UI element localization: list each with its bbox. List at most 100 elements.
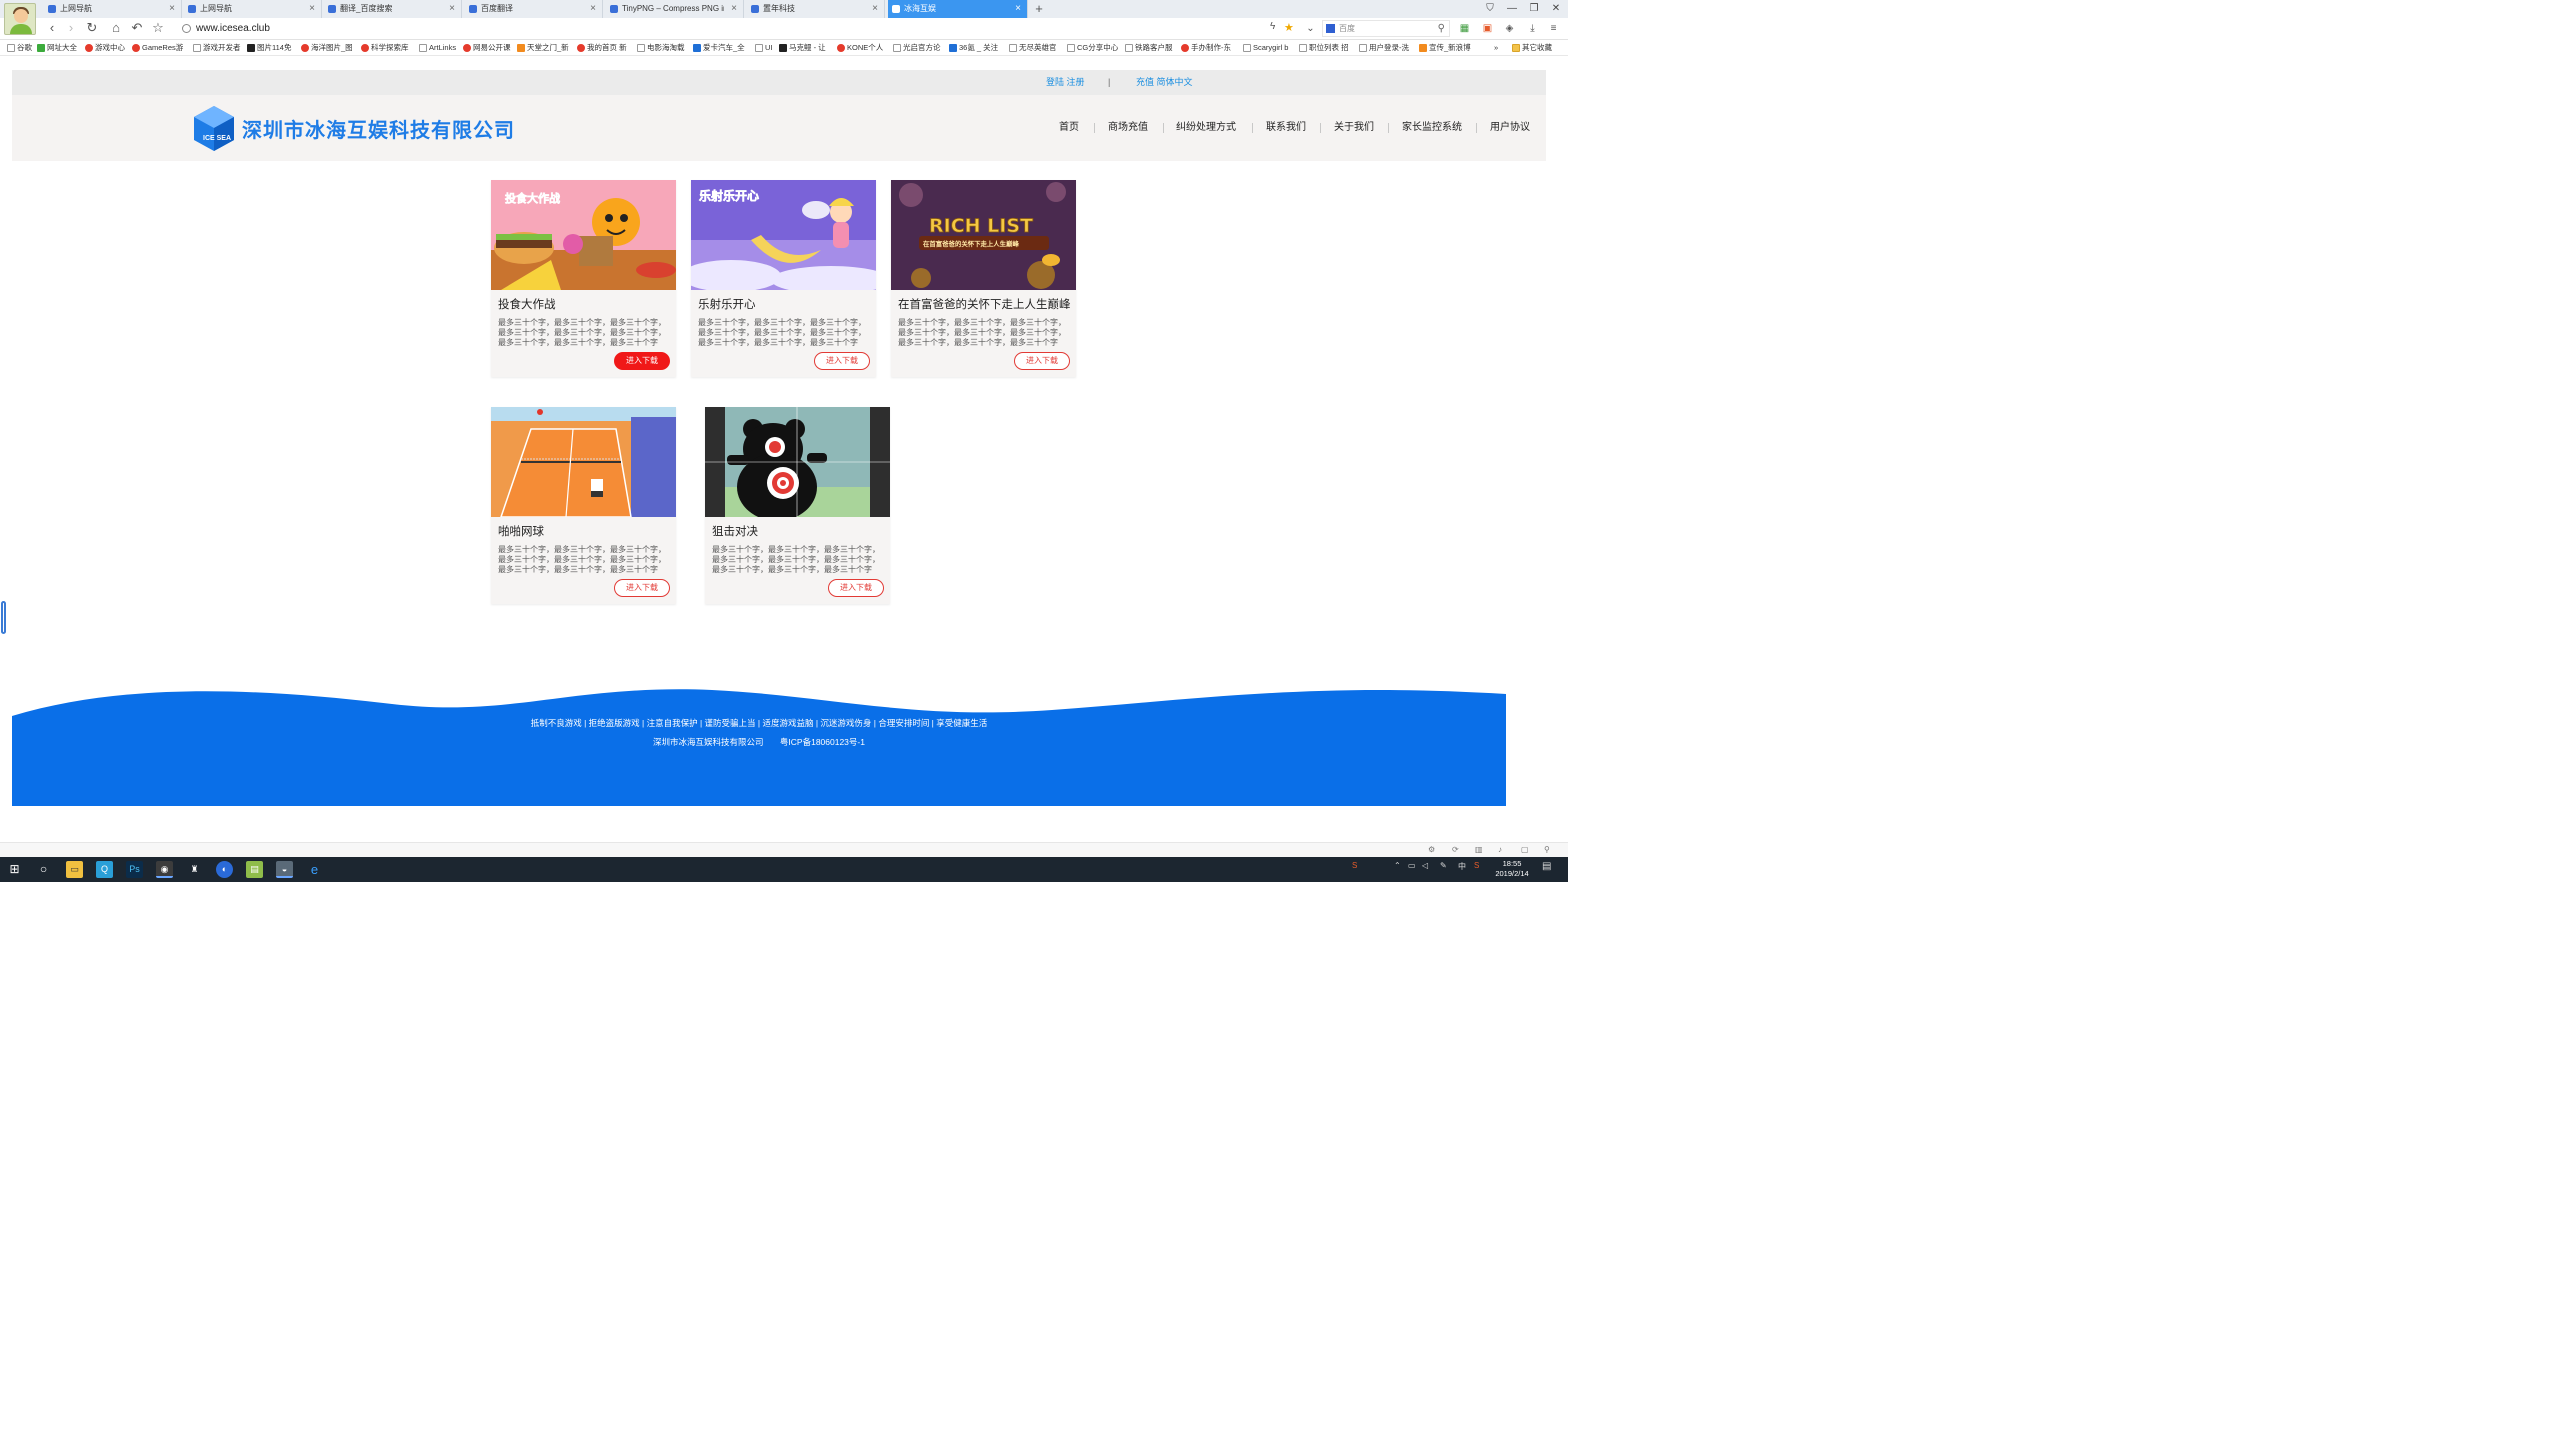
game-title[interactable]: 投食大作战 bbox=[498, 296, 556, 312]
footer-icp[interactable]: 粤ICP备18060123号-1 bbox=[780, 737, 865, 747]
bolt-icon[interactable]: ϟ bbox=[1270, 21, 1275, 32]
app-icon[interactable]: ▤ bbox=[246, 861, 263, 878]
game-thumbnail[interactable] bbox=[491, 407, 676, 517]
nav-user-agreement[interactable]: 用户协议 bbox=[1490, 95, 1530, 161]
bookmark-item[interactable]: 游戏中心 bbox=[84, 40, 125, 56]
speed-icon[interactable]: ⚙ bbox=[1428, 845, 1435, 854]
bookmark-item[interactable]: 宣传_新浪博 bbox=[1418, 40, 1471, 56]
undo-icon[interactable]: ↶ bbox=[129, 20, 145, 36]
app-icon[interactable]: ◒ bbox=[276, 861, 293, 878]
bookmark-item[interactable]: GameRes游 bbox=[131, 40, 183, 56]
tab-close-icon[interactable]: × bbox=[1015, 0, 1021, 18]
browser-tab[interactable]: 置年科技 × bbox=[747, 0, 885, 18]
tab-close-icon[interactable]: × bbox=[309, 0, 315, 18]
bookmark-item[interactable]: 铁路客户服 bbox=[1124, 40, 1173, 56]
bookmark-item[interactable]: CG分享中心 bbox=[1066, 40, 1118, 56]
game-title[interactable]: 啪啪网球 bbox=[498, 523, 544, 539]
close-window-icon[interactable]: ✕ bbox=[1546, 0, 1566, 18]
sogou-ime-icon[interactable]: S bbox=[1474, 861, 1479, 870]
search-icon[interactable]: ⚲ bbox=[1438, 21, 1445, 36]
browser-tab[interactable]: 翻译_百度搜索 × bbox=[324, 0, 462, 18]
window-icon[interactable]: ▢ bbox=[1521, 845, 1529, 854]
bookmark-item[interactable]: UI bbox=[754, 40, 773, 56]
bookmark-item[interactable]: ArtLinks bbox=[418, 40, 456, 56]
forward-icon[interactable]: › bbox=[63, 20, 79, 36]
tab-close-icon[interactable]: × bbox=[169, 0, 175, 18]
recharge-language-link[interactable]: 充值 简体中文 bbox=[1136, 70, 1193, 95]
bookmark-item[interactable]: 36氪 _ 关注 bbox=[948, 40, 998, 56]
tab-close-icon[interactable]: × bbox=[731, 0, 737, 18]
edge-icon[interactable]: e bbox=[306, 861, 323, 878]
ime-indicator[interactable]: 中 bbox=[1458, 861, 1466, 872]
sogou-icon[interactable]: S bbox=[1352, 861, 1357, 870]
search-input[interactable]: 百度 ⚲ bbox=[1322, 20, 1450, 37]
bookmark-star-icon[interactable]: ★ bbox=[1284, 21, 1294, 34]
download-icon[interactable]: ⤓ bbox=[1526, 22, 1539, 35]
login-register-link[interactable]: 登陆 注册 bbox=[1046, 70, 1085, 95]
bookmark-item[interactable]: 电影海淘载 bbox=[636, 40, 685, 56]
game-title[interactable]: 乐射乐开心 bbox=[698, 296, 756, 312]
home-icon[interactable]: ⌂ bbox=[108, 20, 124, 36]
nav-dispute[interactable]: 纠纷处理方式 bbox=[1176, 95, 1236, 161]
tab-close-icon[interactable]: × bbox=[590, 0, 596, 18]
bookmark-item[interactable]: 谷歌 bbox=[6, 40, 32, 56]
network-icon[interactable]: ▭ bbox=[1408, 861, 1416, 870]
user-avatar[interactable] bbox=[4, 3, 36, 35]
scroll-handle[interactable] bbox=[1, 601, 6, 634]
news-icon[interactable]: ▣ bbox=[1481, 22, 1494, 35]
browser-tab[interactable]: 百度翻译 × bbox=[465, 0, 603, 18]
bookmark-item[interactable]: 我的首页 新 bbox=[576, 40, 627, 56]
download-button[interactable]: 进入下载 bbox=[814, 352, 870, 370]
menu-icon[interactable]: ≡ bbox=[1547, 22, 1560, 35]
extension-icon[interactable]: ◈ bbox=[1503, 22, 1516, 35]
nav-about[interactable]: 关于我们 bbox=[1334, 95, 1374, 161]
system-clock[interactable]: 18:55 2019/2/14 bbox=[1490, 859, 1534, 879]
nav-home[interactable]: 首页 bbox=[1059, 95, 1079, 161]
game-title[interactable]: 狙击对决 bbox=[712, 523, 758, 539]
nav-contact[interactable]: 联系我们 bbox=[1266, 95, 1306, 161]
bookmark-item[interactable]: 海洋图片_图 bbox=[300, 40, 353, 56]
ice-sea-logo-icon[interactable]: ICE SEA bbox=[192, 104, 236, 152]
address-bar[interactable]: www.icesea.club bbox=[180, 21, 1300, 37]
back-icon[interactable]: ‹ bbox=[44, 20, 60, 36]
browser-tab-active[interactable]: 冰海互娱 × bbox=[888, 0, 1028, 18]
browser-tab[interactable]: TinyPNG – Compress PNG im × bbox=[606, 0, 744, 18]
bookmark-item[interactable]: 网易公开课 bbox=[462, 40, 511, 56]
browser-tab[interactable]: 上网导航 × bbox=[184, 0, 322, 18]
other-bookmarks-folder[interactable]: 其它收藏 bbox=[1511, 40, 1552, 56]
bookmark-item[interactable]: 爱卡汽车_全 bbox=[692, 40, 745, 56]
bookmark-item[interactable]: 马克鳗 - 让 bbox=[778, 40, 826, 56]
game-thumbnail[interactable]: RICH LIST 在首富爸爸的关怀下走上人生巅峰 bbox=[891, 180, 1076, 290]
game-thumbnail[interactable] bbox=[705, 407, 890, 517]
download-button[interactable]: 进入下载 bbox=[614, 579, 670, 597]
minimize-icon[interactable]: — bbox=[1502, 0, 1522, 18]
trash-icon[interactable]: ▥ bbox=[1475, 845, 1483, 854]
bookmark-item[interactable]: 光启官方论 bbox=[892, 40, 941, 56]
bookmark-item[interactable]: 图片114免 bbox=[246, 40, 291, 56]
qq-browser-icon[interactable]: Q bbox=[96, 861, 113, 878]
download-button[interactable]: 进入下载 bbox=[1014, 352, 1070, 370]
bookmark-item[interactable]: KONE个人 bbox=[836, 40, 883, 56]
bookmark-item[interactable]: 无尽英雄官 bbox=[1008, 40, 1057, 56]
nav-store-recharge[interactable]: 商场充值 bbox=[1108, 95, 1148, 161]
bookmark-item[interactable]: 游戏开发者 bbox=[192, 40, 241, 56]
cortana-icon[interactable]: ○ bbox=[35, 861, 52, 878]
restore-icon[interactable]: ❐ bbox=[1524, 0, 1544, 18]
file-explorer-icon[interactable]: ▭ bbox=[66, 861, 83, 878]
new-tab-button[interactable]: + bbox=[1032, 0, 1046, 18]
photoshop-icon[interactable]: Ps bbox=[126, 861, 143, 878]
dropdown-icon[interactable]: ⌄ bbox=[1304, 22, 1317, 35]
pen-icon[interactable]: ✎ bbox=[1440, 861, 1447, 870]
apps-icon[interactable]: ▦ bbox=[1458, 22, 1471, 35]
bookmark-item[interactable]: 用户登录-洗 bbox=[1358, 40, 1409, 56]
zoom-icon[interactable]: ⚲ bbox=[1544, 845, 1550, 854]
game-title[interactable]: 在首富爸爸的关怀下走上人生巅峰 bbox=[898, 296, 1071, 312]
notification-icon[interactable]: ▤ bbox=[1542, 861, 1551, 872]
tab-close-icon[interactable]: × bbox=[449, 0, 455, 18]
bookmark-item[interactable]: 科学探索库 bbox=[360, 40, 409, 56]
download-button[interactable]: 进入下载 bbox=[614, 352, 670, 370]
sound-icon[interactable]: ♪ bbox=[1498, 845, 1502, 854]
refresh-icon[interactable]: ⟳ bbox=[1452, 845, 1459, 854]
bookmarks-more-button[interactable]: » bbox=[1494, 40, 1498, 56]
nav-parental-control[interactable]: 家长监控系统 bbox=[1402, 95, 1462, 161]
